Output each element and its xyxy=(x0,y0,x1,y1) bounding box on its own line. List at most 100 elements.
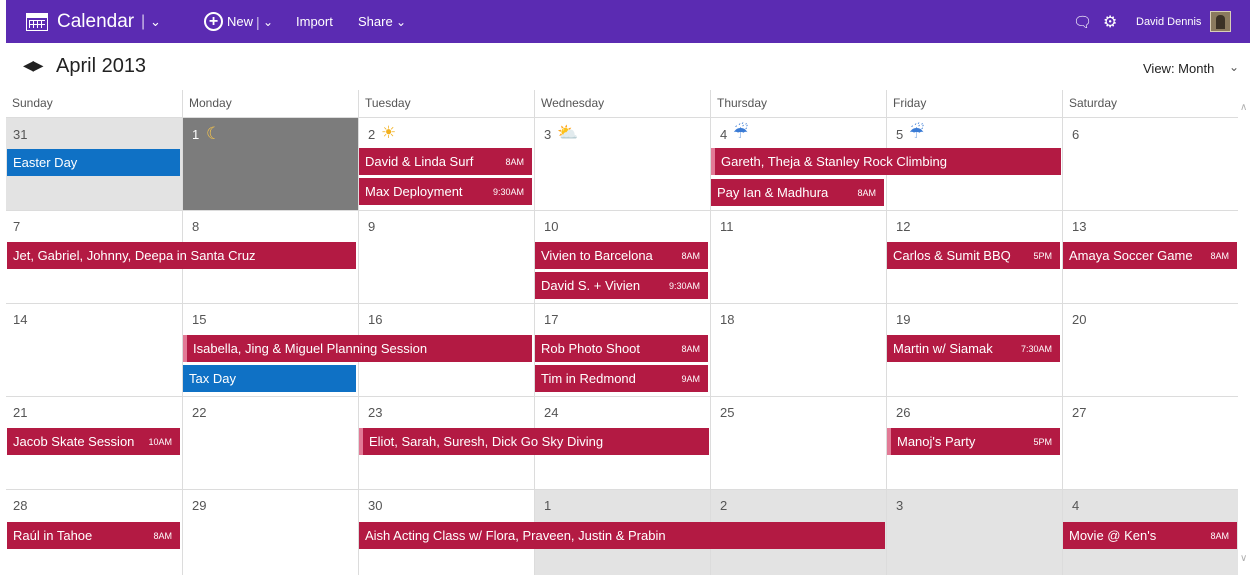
weekday-header: Thursday xyxy=(710,90,886,117)
event-time: 9:30AM xyxy=(492,186,524,197)
event-title: Easter Day xyxy=(13,155,78,170)
calendar-event[interactable]: David S. + Vivien 9:30AM xyxy=(535,272,708,299)
event-title: Isabella, Jing & Miguel Planning Session xyxy=(193,341,428,356)
event-time: 8AM xyxy=(1210,530,1229,541)
day-number: 1 xyxy=(192,127,200,142)
day-number: 16 xyxy=(368,312,383,327)
event-title: Carlos & Sumit BBQ xyxy=(893,248,1011,263)
day-cell[interactable]: 11 xyxy=(710,210,886,303)
calendar-event[interactable]: Eliot, Sarah, Suresh, Dick Go Sky Diving xyxy=(359,428,709,455)
day-cell[interactable]: 27 xyxy=(1062,396,1238,489)
day-number: 2 xyxy=(368,127,376,142)
day-cell[interactable]: 3 ⛅ xyxy=(534,117,710,210)
day-number: 4 xyxy=(1072,498,1080,513)
day-cell[interactable]: 22 xyxy=(182,396,358,489)
view-chevron-icon[interactable]: ⌄ xyxy=(1229,60,1239,74)
day-number: 28 xyxy=(13,498,28,513)
new-plus-icon[interactable]: + xyxy=(204,0,223,43)
calendar-event[interactable]: Max Deployment 9:30AM xyxy=(359,178,532,205)
day-number: 14 xyxy=(13,312,28,327)
calendar-event[interactable]: Carlos & Sumit BBQ 5PM xyxy=(887,242,1060,269)
user-avatar[interactable] xyxy=(1210,0,1231,43)
calendar-event[interactable]: Tax Day xyxy=(183,365,356,392)
calendar-event[interactable]: Isabella, Jing & Miguel Planning Session xyxy=(183,335,532,362)
event-time: 8AM xyxy=(1210,250,1229,261)
calendar-event[interactable]: Vivien to Barcelona 8AM xyxy=(535,242,708,269)
scroll-up-icon[interactable]: ∧ xyxy=(1240,102,1247,113)
day-cell[interactable]: 6 xyxy=(1062,117,1238,210)
day-cell[interactable]: 25 xyxy=(710,396,886,489)
share-button[interactable]: Share xyxy=(358,0,393,43)
new-button[interactable]: New xyxy=(227,0,253,43)
day-number: 30 xyxy=(368,498,383,513)
event-title: David S. + Vivien xyxy=(541,278,641,293)
weekday-header: Saturday xyxy=(1062,90,1238,117)
day-number: 24 xyxy=(544,405,559,420)
calendar-event[interactable]: Tim in Redmond 9AM xyxy=(535,365,708,392)
day-number: 5 xyxy=(896,127,904,142)
day-number: 23 xyxy=(368,405,383,420)
calendar-event[interactable]: Rob Photo Shoot 8AM xyxy=(535,335,708,362)
event-title: Tax Day xyxy=(189,371,236,386)
event-title: Gareth, Theja & Stanley Rock Climbing xyxy=(721,154,947,169)
calendar-event[interactable]: Martin w/ Siamak 7:30AM xyxy=(887,335,1060,362)
feedback-icon[interactable]: 🗨 xyxy=(1073,0,1092,43)
day-number: 27 xyxy=(1072,405,1087,420)
event-time: 10AM xyxy=(148,436,172,447)
calendar-event[interactable]: Jacob Skate Session 10AM xyxy=(7,428,180,455)
event-title: Max Deployment xyxy=(365,184,463,199)
top-bar: Calendar | ⌄ + New | ⌄ Import Share ⌄ 🗨 … xyxy=(6,0,1250,43)
app-switcher-chevron-icon[interactable]: ⌄ xyxy=(150,0,161,43)
weekday-header: Monday xyxy=(182,90,358,117)
event-title: Aish Acting Class w/ Flora, Praveen, Jus… xyxy=(365,528,666,543)
weekday-header: Friday xyxy=(886,90,1062,117)
calendar-event[interactable]: Manoj's Party 5PM xyxy=(887,428,1060,455)
new-divider: | xyxy=(256,13,260,30)
day-cell[interactable]: 14 xyxy=(6,303,182,396)
day-number: 11 xyxy=(720,219,734,234)
day-cell[interactable]: 3 xyxy=(886,489,1062,575)
day-number: 3 xyxy=(896,498,904,513)
calendar-event[interactable]: Raúl in Tahoe 8AM xyxy=(7,522,180,549)
event-title: Amaya Soccer Game xyxy=(1069,248,1193,263)
calendar-event[interactable]: Aish Acting Class w/ Flora, Praveen, Jus… xyxy=(359,522,885,549)
event-time: 8AM xyxy=(857,187,876,198)
calendar-event[interactable]: Amaya Soccer Game 8AM xyxy=(1063,242,1237,269)
day-cell-today[interactable]: 1 ☾ xyxy=(182,117,358,210)
share-chevron-icon[interactable]: ⌄ xyxy=(396,0,406,43)
event-time: 5PM xyxy=(1033,436,1052,447)
view-selector[interactable]: View: Month xyxy=(1143,61,1214,76)
day-cell[interactable]: 20 xyxy=(1062,303,1238,396)
app-title[interactable]: Calendar xyxy=(57,0,134,43)
day-cell[interactable]: 18 xyxy=(710,303,886,396)
day-number: 12 xyxy=(896,219,911,234)
scroll-down-icon[interactable]: ∨ xyxy=(1240,553,1247,564)
day-number: 9 xyxy=(368,219,376,234)
event-title: Vivien to Barcelona xyxy=(541,248,653,263)
calendar-event[interactable]: Gareth, Theja & Stanley Rock Climbing xyxy=(711,148,1061,175)
day-number: 25 xyxy=(720,405,735,420)
import-button[interactable]: Import xyxy=(296,0,333,43)
event-time: 9:30AM xyxy=(668,280,700,291)
calendar-event[interactable]: Jet, Gabriel, Johnny, Deepa in Santa Cru… xyxy=(7,242,356,269)
day-number: 13 xyxy=(1072,219,1087,234)
calendar-event[interactable]: Easter Day xyxy=(7,149,180,176)
partly-sunny-weather-icon: ⛅ xyxy=(557,123,579,142)
day-cell[interactable]: 9 xyxy=(358,210,534,303)
calendar-event[interactable]: David & Linda Surf 8AM xyxy=(359,148,532,175)
day-number: 1 xyxy=(544,498,552,513)
month-nav-arrows-icon[interactable]: ◀▶ xyxy=(23,57,44,74)
calendar-event[interactable]: Pay Ian & Madhura 8AM xyxy=(711,179,884,206)
day-cell[interactable]: 29 xyxy=(182,489,358,575)
event-time: 5PM xyxy=(1033,250,1052,261)
new-dropdown-chevron-icon[interactable]: ⌄ xyxy=(263,0,273,43)
calendar-event[interactable]: Movie @ Ken's 8AM xyxy=(1063,522,1237,549)
event-title: Pay Ian & Madhura xyxy=(717,185,829,200)
settings-gear-icon[interactable]: ⚙ xyxy=(1103,0,1117,43)
event-title: Raúl in Tahoe xyxy=(13,528,93,543)
event-title: Tim in Redmond xyxy=(541,371,636,386)
day-number: 18 xyxy=(720,312,735,327)
user-name[interactable]: David Dennis xyxy=(1136,0,1201,43)
event-title: Jet, Gabriel, Johnny, Deepa in Santa Cru… xyxy=(13,248,256,263)
day-number: 17 xyxy=(544,312,559,327)
